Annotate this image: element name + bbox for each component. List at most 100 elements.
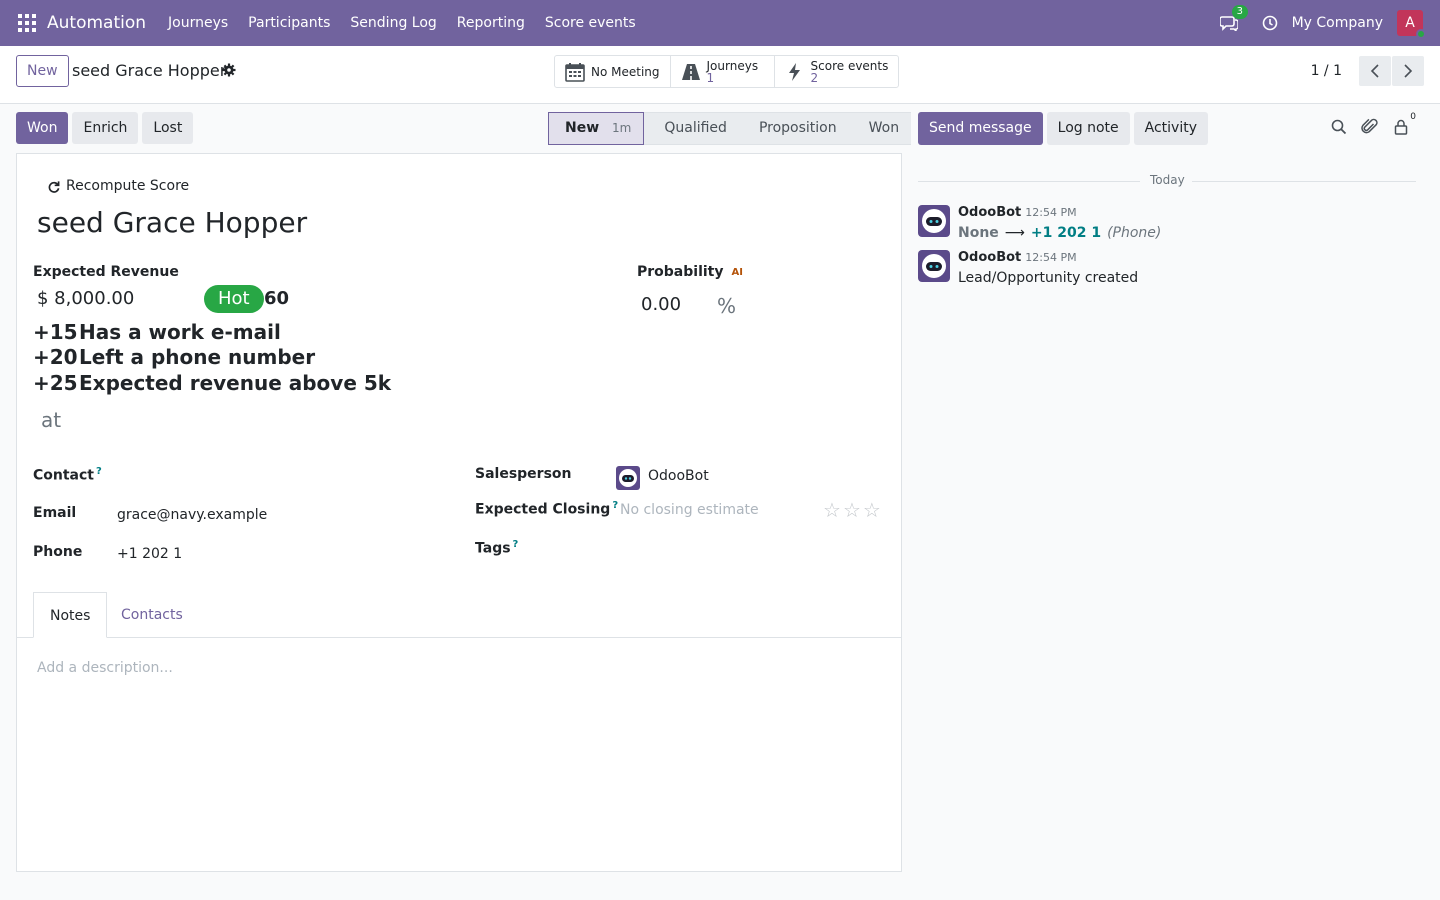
expected-revenue-label: Expected Revenue [33,264,179,280]
form-sheet: Recompute Score seed Grace Hopper Expect… [16,153,902,872]
expected-closing-field[interactable]: No closing estimate [620,502,759,518]
tab-contacts[interactable]: Contacts [105,592,199,638]
pager-previous-button[interactable] [1359,56,1391,86]
probability-label: Probability [637,264,724,280]
followers-icon[interactable]: 0 [1392,112,1416,136]
log-note-button[interactable]: Log note [1046,112,1130,145]
salesperson-field[interactable]: OdooBot [648,468,709,484]
score-events-label: Score events [810,58,889,73]
message-author-name[interactable]: OdooBot [958,250,1021,265]
user-initial: A [1405,15,1415,31]
probability-label-group: Probability AI [637,264,743,280]
score-rule-label: Has a work e-mail [79,320,281,344]
email-field[interactable]: grace@navy.example [117,507,267,523]
journeys-smart-button[interactable]: Journeys 1 [671,56,775,87]
pager-next-button[interactable] [1392,56,1424,86]
messages-badge: 3 [1231,5,1248,19]
stage-new-label: New [565,120,600,136]
odoobot-avatar[interactable] [918,205,950,237]
stage-duration: 1m [612,121,632,135]
chevron-left-icon [1370,64,1379,78]
road-icon [681,62,701,82]
description-editor[interactable]: Add a description... [37,660,173,676]
recompute-score-label: Recompute Score [66,178,190,194]
date-separator: Today [918,172,1416,190]
tracking-value: None ⟶ +1 202 1 (Phone) [958,225,1161,241]
score-rule: +20Left a phone number [33,345,315,369]
journeys-label: Journeys [706,58,759,73]
date-separator-label: Today [1150,173,1185,187]
control-panel: New seed Grace Hopper No Meeting Journey… [0,46,1440,104]
meeting-smart-button[interactable]: No Meeting [555,56,671,87]
company-switcher[interactable]: My Company [1292,15,1383,31]
probability-field[interactable]: 0.00 [641,294,681,315]
message-author: OdooBot 12:54 PM [958,250,1077,265]
lead-name-field[interactable]: seed Grace Hopper [37,206,307,239]
enrich-button[interactable]: Enrich [72,112,139,144]
odoobot-avatar[interactable] [918,250,950,282]
tab-notes[interactable]: Notes [33,592,108,638]
score-rule: +15Has a work e-mail [33,320,281,344]
score-rule-label: Left a phone number [79,345,316,369]
followers-count: 0 [1410,112,1416,122]
score-events-count: 2 [810,70,819,85]
stage-won[interactable]: Won [848,112,912,145]
stage-proposition[interactable]: Proposition [738,112,849,145]
tracking-old-value: None [958,225,999,241]
score-rule-points: +20 [33,345,78,369]
score-rule-points: +15 [33,320,78,344]
breadcrumb-record-title: seed Grace Hopper [72,61,227,80]
star-icon[interactable]: ☆ [863,498,881,522]
contact-label: Contact? [33,466,102,484]
stage-statusbar: New 1m Qualified Proposition Won [548,112,912,145]
lost-button[interactable]: Lost [142,112,194,144]
menu-journeys[interactable]: Journeys [158,15,238,31]
score-rule-points: +25 [33,371,78,395]
gear-icon[interactable] [222,63,236,77]
menu-score-events[interactable]: Score events [535,15,646,31]
stage-new[interactable]: New 1m [548,112,645,145]
stage-qualified[interactable]: Qualified [644,112,739,145]
activity-button[interactable]: Activity [1133,112,1208,145]
menu-sending-log[interactable]: Sending Log [340,15,446,31]
new-record-button[interactable]: New [16,55,69,87]
paperclip-icon[interactable] [1361,118,1379,136]
expected-closing-label-text: Expected Closing [475,501,611,518]
menu-participants[interactable]: Participants [238,15,340,31]
star-icon[interactable]: ☆ [823,498,841,522]
score-hot-badge: Hot [204,285,264,313]
at-text: at [41,408,62,432]
won-button[interactable]: Won [16,112,69,144]
app-name[interactable]: Automation [47,13,146,33]
contact-label-text: Contact [33,467,94,484]
help-tooltip-icon[interactable]: ? [96,466,102,477]
help-tooltip-icon[interactable]: ? [612,500,618,511]
arrow-right-icon: ⟶ [1004,225,1025,241]
message-time: 12:54 PM [1025,251,1077,264]
menu-reporting[interactable]: Reporting [447,15,535,31]
salesperson-avatar [616,466,640,490]
recompute-score-button[interactable]: Recompute Score [47,178,189,194]
activity-clock-icon[interactable] [1262,15,1278,31]
send-message-button[interactable]: Send message [918,112,1043,145]
apps-menu-icon[interactable] [18,14,36,32]
message-time: 12:54 PM [1025,206,1077,219]
chatter-toolbar: 0 [1330,112,1423,136]
expected-closing-label: Expected Closing? [475,500,618,518]
phone-field[interactable]: +1 202 1 [117,546,182,562]
search-icon[interactable] [1330,118,1348,136]
help-tooltip-icon[interactable]: ? [513,539,519,550]
pager-value[interactable]: 1 / 1 [1311,63,1342,79]
notebook-tabs: Notes Contacts [17,592,901,638]
messages-icon[interactable]: 3 [1219,5,1248,31]
online-status-dot [1416,29,1426,39]
salesperson-label: Salesperson [475,466,572,482]
star-icon[interactable]: ☆ [843,498,861,522]
message-author: OdooBot 12:54 PM [958,205,1077,220]
score-events-smart-button[interactable]: Score events 2 [775,56,899,87]
ai-probability-icon[interactable]: AI [732,267,743,278]
expected-revenue-field[interactable]: $ 8,000.00 [37,288,134,309]
email-label: Email [33,505,77,521]
message-author-name[interactable]: OdooBot [958,205,1021,220]
user-avatar[interactable]: A [1397,10,1426,39]
